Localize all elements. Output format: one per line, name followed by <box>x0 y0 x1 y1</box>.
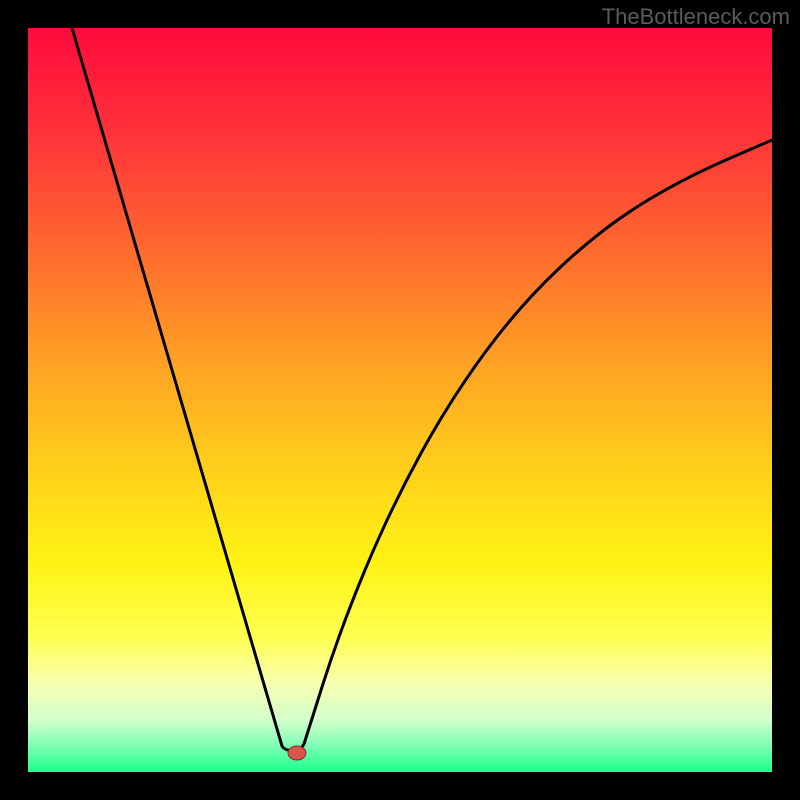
optimum-marker <box>288 746 306 760</box>
bottleneck-chart <box>0 0 800 800</box>
watermark-text: TheBottleneck.com <box>602 4 790 30</box>
plot-area <box>28 28 772 772</box>
